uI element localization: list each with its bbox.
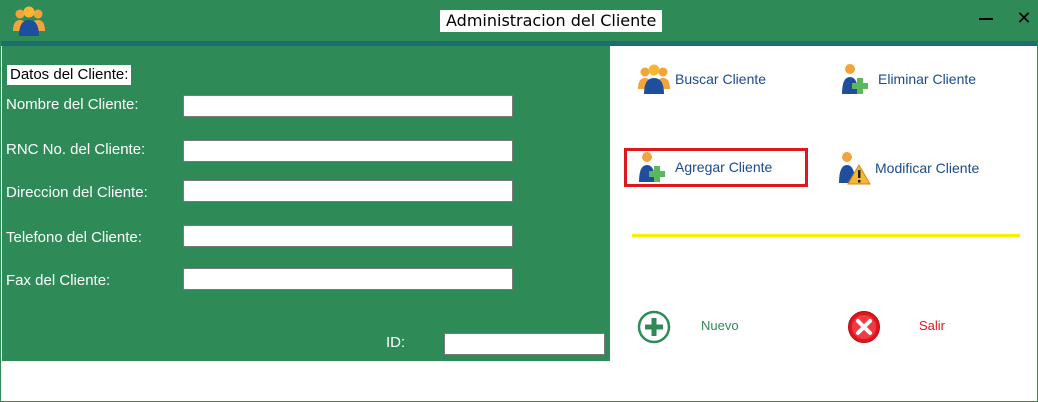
address-label: Direccion del Cliente: bbox=[6, 184, 148, 201]
phone-label: Telefono del Cliente: bbox=[6, 229, 142, 246]
delete-client-button[interactable]: Eliminar Cliente bbox=[840, 63, 976, 95]
separator-line bbox=[632, 234, 1020, 237]
x-circle-icon[interactable] bbox=[847, 310, 881, 344]
title-bar[interactable]: Administracion del Cliente ✕ bbox=[1, 1, 1037, 41]
search-client-label: Buscar Cliente bbox=[675, 71, 767, 87]
search-client-button[interactable]: Buscar Cliente bbox=[637, 63, 766, 95]
id-field[interactable] bbox=[444, 333, 605, 355]
user-plus-icon bbox=[842, 64, 868, 94]
name-label: Nombre del Cliente: bbox=[6, 96, 139, 113]
modify-client-label: Modificar Cliente bbox=[875, 160, 980, 176]
minimize-icon bbox=[979, 18, 993, 20]
exit-button[interactable]: Salir bbox=[919, 318, 945, 333]
rnc-field[interactable] bbox=[183, 140, 513, 162]
section-title: Datos del Cliente: bbox=[7, 65, 132, 85]
fax-field[interactable] bbox=[183, 268, 513, 290]
add-client-label: Agregar Cliente bbox=[675, 159, 773, 175]
window-title: Administracion del Cliente bbox=[440, 10, 663, 32]
users-group-icon bbox=[13, 6, 45, 36]
add-client-button[interactable]: Agregar Cliente bbox=[637, 151, 772, 183]
plus-circle-icon[interactable] bbox=[637, 310, 671, 344]
minimize-button[interactable] bbox=[970, 5, 1002, 33]
rnc-label: RNC No. del Cliente: bbox=[6, 141, 146, 158]
phone-field[interactable] bbox=[183, 225, 513, 247]
fax-label: Fax del Cliente: bbox=[6, 272, 111, 289]
client-data-panel: Datos del Cliente: Nombre del Cliente: R… bbox=[2, 46, 610, 361]
id-label: ID: bbox=[386, 334, 406, 351]
client-admin-window: Administracion del Cliente ✕ Datos del C… bbox=[0, 0, 1038, 402]
new-button[interactable]: Nuevo bbox=[701, 318, 739, 333]
user-warning-icon bbox=[839, 152, 871, 185]
modify-client-button[interactable]: Modificar Cliente bbox=[837, 151, 979, 185]
name-field[interactable] bbox=[183, 95, 513, 117]
user-plus-icon bbox=[639, 152, 665, 182]
users-group-icon bbox=[638, 64, 670, 94]
close-button[interactable]: ✕ bbox=[1008, 5, 1037, 33]
address-field[interactable] bbox=[183, 180, 513, 202]
delete-client-label: Eliminar Cliente bbox=[878, 71, 977, 87]
